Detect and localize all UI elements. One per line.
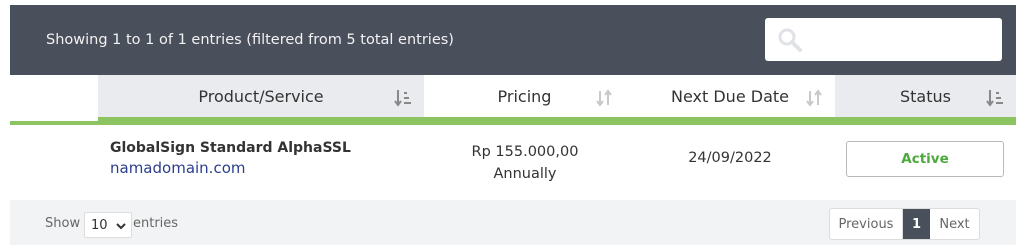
- sort-icon: [806, 89, 822, 107]
- previous-page-button[interactable]: Previous: [830, 209, 903, 239]
- product-name: GlobalSign Standard AlphaSSL: [110, 140, 351, 156]
- table-toolbar: Showing 1 to 1 of 1 entries (filtered fr…: [10, 5, 1016, 75]
- table-row[interactable]: GlobalSign Standard AlphaSSL namadomain.…: [10, 125, 1016, 200]
- search-input[interactable]: [811, 26, 991, 54]
- chevron-down-icon: [116, 223, 126, 230]
- column-header-pricing[interactable]: Pricing: [424, 75, 625, 121]
- next-page-button[interactable]: Next: [930, 209, 979, 239]
- sort-descending-icon: [394, 90, 411, 107]
- entries-label: entries: [133, 216, 179, 231]
- sort-icon: [596, 89, 612, 107]
- page-size-select[interactable]: 10: [84, 212, 132, 238]
- pricing-cell: Rp 155.000,00 Annually: [425, 141, 625, 185]
- page-size-value: 10: [91, 218, 108, 233]
- domain-link[interactable]: namadomain.com: [110, 159, 351, 177]
- column-header-label: Status: [900, 86, 951, 106]
- column-header-label: Product/Service: [198, 86, 324, 106]
- due-date-cell: 24/09/2022: [688, 150, 772, 166]
- column-header-status[interactable]: Status: [835, 75, 1016, 121]
- table-info-text: Showing 1 to 1 of 1 entries (filtered fr…: [46, 32, 454, 48]
- price-amount: Rp 155.000,00: [471, 144, 579, 160]
- sort-descending-icon: [986, 90, 1003, 107]
- product-cell: GlobalSign Standard AlphaSSL namadomain.…: [110, 140, 351, 177]
- column-header-due-date[interactable]: Next Due Date: [625, 75, 835, 121]
- column-header-product[interactable]: Product/Service: [98, 75, 424, 121]
- table-footer: Show 10 entries Previous 1 Next: [10, 200, 1016, 245]
- search-icon: [778, 28, 802, 52]
- billing-cycle: Annually: [493, 166, 557, 182]
- show-label: Show: [45, 216, 81, 231]
- pagination: Previous 1 Next: [829, 208, 980, 240]
- current-page-button[interactable]: 1: [903, 209, 930, 239]
- table-header: Product/Service Pricing Next Due Date St…: [10, 75, 1016, 125]
- column-header-label: Next Due Date: [671, 86, 789, 106]
- column-header-label: Pricing: [497, 86, 552, 106]
- status-badge: Active: [846, 141, 1004, 177]
- search-box[interactable]: [765, 18, 1002, 61]
